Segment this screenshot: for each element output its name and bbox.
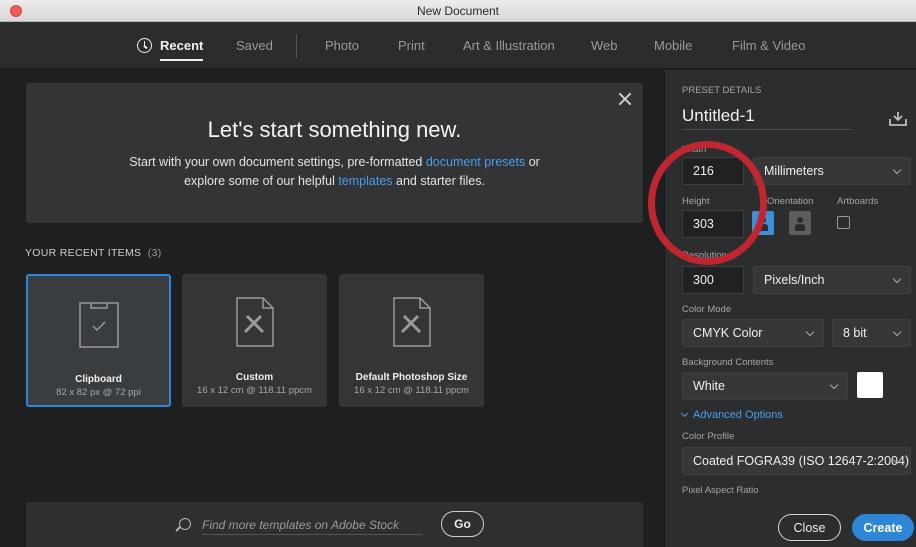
- tab-recent-label: Recent: [160, 38, 204, 53]
- color-mode-value: CMYK Color: [693, 326, 763, 340]
- person-icon-body: [795, 224, 805, 231]
- person-icon-body: [758, 224, 768, 231]
- resolution-input[interactable]: 300: [682, 266, 744, 294]
- recent-item-name: Default Photoshop Size: [355, 372, 468, 383]
- close-window-button[interactable]: [10, 5, 22, 17]
- tab-film-video[interactable]: Film & Video: [732, 22, 805, 69]
- close-button[interactable]: Close: [778, 514, 841, 541]
- artboards-label: Artboards: [837, 196, 879, 207]
- bit-depth-dropdown[interactable]: 8 bit: [832, 319, 911, 347]
- recent-item-default-photoshop-size[interactable]: Default Photoshop Size 16 x 12 cm @ 118.…: [339, 274, 484, 407]
- artboards-checkbox[interactable]: [837, 216, 850, 229]
- color-profile-label: Color Profile: [682, 431, 735, 442]
- units-dropdown[interactable]: Millimeters: [753, 157, 911, 185]
- recent-item-custom[interactable]: Custom 16 x 12 cm @ 118.11 ppcm: [182, 274, 327, 407]
- chevron-down-icon: [892, 327, 902, 337]
- category-tabs: Recent Saved Photo Print Art & Illustrat…: [0, 22, 916, 69]
- recent-items-heading: YOUR RECENT ITEMS (3): [25, 247, 162, 259]
- recent-panel: Let's start something new. Start with yo…: [0, 70, 664, 547]
- background-color-swatch[interactable]: [857, 372, 883, 398]
- person-icon: [760, 217, 766, 223]
- recent-item-name: Clipboard: [75, 374, 122, 385]
- recent-item-meta: 16 x 12 cm @ 118.11 ppcm: [354, 385, 469, 396]
- advanced-options-toggle[interactable]: Advanced Options: [680, 409, 783, 421]
- preset-details-heading: PRESET DETAILS: [682, 85, 762, 96]
- window-title: New Document: [416, 3, 500, 18]
- document-ruler-icon: [235, 297, 274, 347]
- preset-details-panel: PRESET DETAILS Untitled-1 Width 216 Mill…: [664, 70, 916, 547]
- welcome-banner: Let's start something new. Start with yo…: [26, 83, 643, 223]
- templates-link[interactable]: templates: [338, 174, 392, 188]
- recent-item-meta: 82 x 82 px @ 72 ppi: [56, 387, 141, 398]
- search-icon: [179, 518, 191, 530]
- height-label: Height: [682, 196, 710, 207]
- pixel-aspect-ratio-label: Pixel Aspect Ratio: [682, 485, 759, 496]
- units-value: Millimeters: [764, 164, 824, 178]
- color-mode-dropdown[interactable]: CMYK Color: [682, 319, 824, 347]
- color-mode-label: Color Mode: [682, 304, 732, 315]
- orientation-label: Orientation: [767, 196, 814, 207]
- chevron-down-icon: [680, 409, 689, 418]
- clipboard-icon: [78, 302, 119, 348]
- color-profile-dropdown[interactable]: Coated FOGRA39 (ISO 12647-2:2004): [682, 447, 911, 475]
- chevron-down-icon: [892, 274, 902, 284]
- recent-item-meta: 16 x 12 cm @ 118.11 ppcm: [197, 385, 312, 396]
- welcome-text-part: and starter files.: [392, 174, 485, 188]
- chevron-down-icon: [892, 165, 902, 175]
- recent-item-clipboard[interactable]: Clipboard 82 x 82 px @ 72 ppi: [26, 274, 171, 407]
- recent-items-title: YOUR RECENT ITEMS: [25, 247, 142, 259]
- recent-items-count: (3): [147, 247, 162, 259]
- document-presets-link[interactable]: document presets: [426, 155, 525, 169]
- welcome-text-part: or: [525, 155, 540, 169]
- width-input[interactable]: 216: [682, 157, 744, 185]
- color-profile-value: Coated FOGRA39 (ISO 12647-2:2004): [693, 454, 910, 468]
- clock-icon: [137, 38, 152, 53]
- resolution-unit-dropdown[interactable]: Pixels/Inch: [753, 266, 911, 294]
- landscape-orientation-button[interactable]: [789, 211, 811, 235]
- tab-saved[interactable]: Saved: [236, 22, 273, 69]
- chevron-down-icon: [829, 380, 839, 390]
- recent-item-name: Custom: [235, 372, 274, 383]
- background-contents-label: Background Contents: [682, 357, 774, 368]
- document-ruler-icon: [392, 297, 431, 347]
- tab-web[interactable]: Web: [591, 22, 618, 69]
- window-titlebar: New Document: [0, 0, 916, 22]
- welcome-title: Let's start something new.: [207, 117, 462, 142]
- welcome-text-part: Start with your own document settings, p…: [129, 155, 426, 169]
- create-button[interactable]: Create: [852, 514, 914, 541]
- preset-name-field[interactable]: Untitled-1: [682, 106, 852, 130]
- height-input[interactable]: 303: [682, 210, 744, 238]
- resolution-label: Resolution: [682, 250, 727, 261]
- welcome-text: Start with your own document settings, p…: [116, 153, 553, 191]
- advanced-options-label: Advanced Options: [693, 409, 783, 421]
- background-contents-dropdown[interactable]: White: [682, 372, 848, 400]
- tab-mobile[interactable]: Mobile: [654, 22, 692, 69]
- tab-recent[interactable]: Recent: [137, 22, 204, 69]
- adobe-stock-search-bar: Go: [26, 502, 643, 547]
- resolution-unit-value: Pixels/Inch: [764, 273, 825, 287]
- tab-divider: [296, 34, 297, 58]
- portrait-orientation-button[interactable]: [752, 211, 774, 235]
- width-label: Width: [682, 144, 707, 155]
- background-contents-value: White: [693, 379, 725, 393]
- tab-photo[interactable]: Photo: [325, 22, 359, 69]
- person-icon: [797, 217, 803, 223]
- tab-print[interactable]: Print: [398, 22, 425, 69]
- bit-depth-value: 8 bit: [843, 326, 867, 340]
- go-button[interactable]: Go: [441, 511, 484, 537]
- save-preset-icon[interactable]: [889, 112, 907, 126]
- chevron-down-icon: [805, 327, 815, 337]
- close-icon[interactable]: [617, 91, 633, 107]
- active-tab-indicator: [160, 59, 204, 61]
- tab-art-illustration[interactable]: Art & Illustration: [463, 22, 555, 69]
- stock-search-input[interactable]: [202, 515, 422, 535]
- welcome-text-part: explore some of our helpful: [184, 174, 339, 188]
